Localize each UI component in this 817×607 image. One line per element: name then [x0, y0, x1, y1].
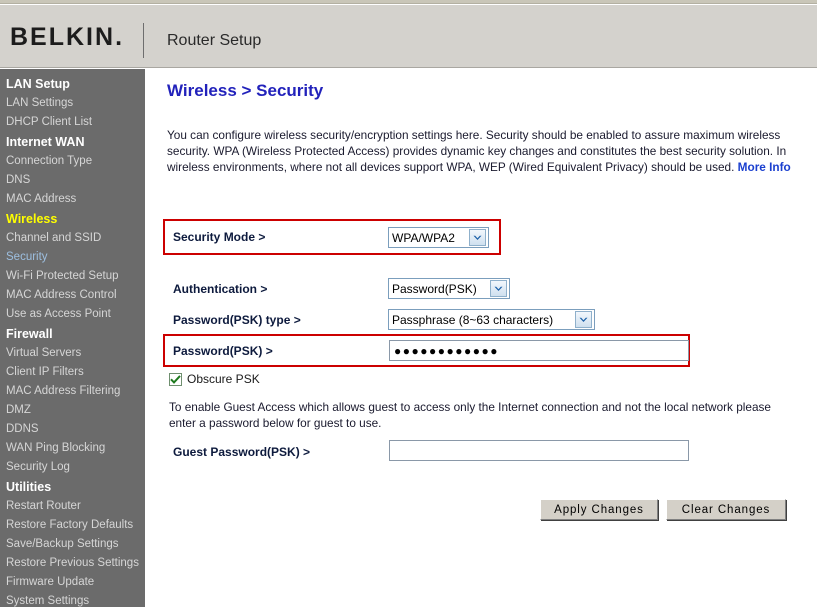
authentication-value: Password(PSK) [392, 281, 477, 296]
authentication-select[interactable]: Password(PSK) [388, 278, 510, 299]
apply-changes-button[interactable]: Apply Changes [540, 499, 658, 520]
sidebar-item-client-ip-filters[interactable]: Client IP Filters [0, 363, 145, 382]
sidebar-item-ddns[interactable]: DDNS [0, 420, 145, 439]
more-info-link[interactable]: More Info [738, 160, 791, 174]
check-icon [170, 374, 181, 384]
sidebar-item-restore-factory-defaults[interactable]: Restore Factory Defaults [0, 516, 145, 535]
checkbox-box[interactable] [169, 372, 182, 386]
sidebar-item-use-as-access-point[interactable]: Use as Access Point [0, 305, 145, 324]
password-input[interactable]: ●●●●●●●●●●●● [389, 340, 689, 361]
intro-text: You can configure wireless security/encr… [167, 128, 787, 174]
security-mode-value: WPA/WPA2 [392, 230, 455, 245]
page-header: BELKIN. Router Setup [0, 5, 817, 68]
router-setup-page: BELKIN. Router Setup LAN Setup LAN Settin… [0, 0, 817, 607]
logo-wordmark: BELKIN [10, 23, 116, 51]
sidebar-item-firmware-update[interactable]: Firmware Update [0, 573, 145, 592]
sidebar-item-save-backup-settings[interactable]: Save/Backup Settings [0, 535, 145, 554]
sidebar-item-mac-address-control[interactable]: MAC Address Control [0, 286, 145, 305]
sidebar-item-mac-address-filtering[interactable]: MAC Address Filtering [0, 382, 145, 401]
psk-type-label: Password(PSK) type > [173, 313, 301, 327]
guest-access-note: To enable Guest Access which allows gues… [169, 400, 771, 430]
guest-password-label: Guest Password(PSK) > [173, 445, 311, 459]
belkin-logo: BELKIN. [10, 25, 122, 50]
sidebar-group-firewall: Firewall [6, 327, 53, 341]
sidebar-item-restart-router[interactable]: Restart Router [0, 497, 145, 516]
sidebar-item-virtual-servers[interactable]: Virtual Servers [0, 344, 145, 363]
main-content: Wireless > Security You can configure wi… [145, 69, 817, 607]
top-rule [0, 0, 817, 4]
guest-password-input[interactable] [389, 440, 689, 461]
sidebar-item-dns[interactable]: DNS [0, 171, 145, 190]
header-divider [143, 23, 144, 58]
chevron-down-icon [490, 280, 507, 297]
psk-type-select[interactable]: Passphrase (8~63 characters) [388, 309, 595, 330]
password-label: Password(PSK) > [173, 344, 273, 358]
sidebar-item-restore-previous-settings[interactable]: Restore Previous Settings [0, 554, 145, 573]
sidebar-item-system-settings[interactable]: System Settings [0, 592, 145, 607]
authentication-label: Authentication > [173, 282, 268, 296]
sidebar-item-wi-fi-protected-setup[interactable]: Wi-Fi Protected Setup [0, 267, 145, 286]
sidebar-group-internet-wan: Internet WAN [6, 135, 85, 149]
sidebar-item-mac-address[interactable]: MAC Address [0, 190, 145, 209]
sidebar-group-lan-setup: LAN Setup [6, 77, 70, 91]
sidebar-item-channel-and-ssid[interactable]: Channel and SSID [0, 229, 145, 248]
security-mode-label: Security Mode > [173, 230, 266, 244]
logo-period: . [115, 23, 123, 51]
sidebar-item-connection-type[interactable]: Connection Type [0, 152, 145, 171]
sidebar-nav: LAN Setup LAN Settings DHCP Client List Int… [0, 69, 145, 607]
obscure-psk-checkbox[interactable]: Obscure PSK [169, 372, 260, 386]
sidebar-group-utilities: Utilities [6, 480, 52, 494]
intro-paragraph: You can configure wireless security/encr… [167, 127, 803, 175]
chevron-down-icon [575, 311, 592, 328]
psk-type-value: Passphrase (8~63 characters) [392, 312, 554, 327]
clear-changes-button[interactable]: Clear Changes [666, 499, 786, 520]
sidebar-item-security[interactable]: Security [0, 248, 145, 267]
obscure-psk-label: Obscure PSK [187, 372, 260, 386]
page-title: Wireless > Security [167, 81, 324, 100]
sidebar-item-lan-settings[interactable]: LAN Settings [0, 94, 145, 113]
header-title: Router Setup [167, 32, 262, 49]
sidebar-item-security-log[interactable]: Security Log [0, 458, 145, 477]
chevron-down-icon [469, 229, 486, 246]
sidebar-item-wan-ping-blocking[interactable]: WAN Ping Blocking [0, 439, 145, 458]
sidebar-item-dmz[interactable]: DMZ [0, 401, 145, 420]
sidebar-item-dhcp-client-list[interactable]: DHCP Client List [0, 113, 145, 132]
security-mode-select[interactable]: WPA/WPA2 [388, 227, 489, 248]
sidebar-group-wireless: Wireless [6, 212, 58, 226]
